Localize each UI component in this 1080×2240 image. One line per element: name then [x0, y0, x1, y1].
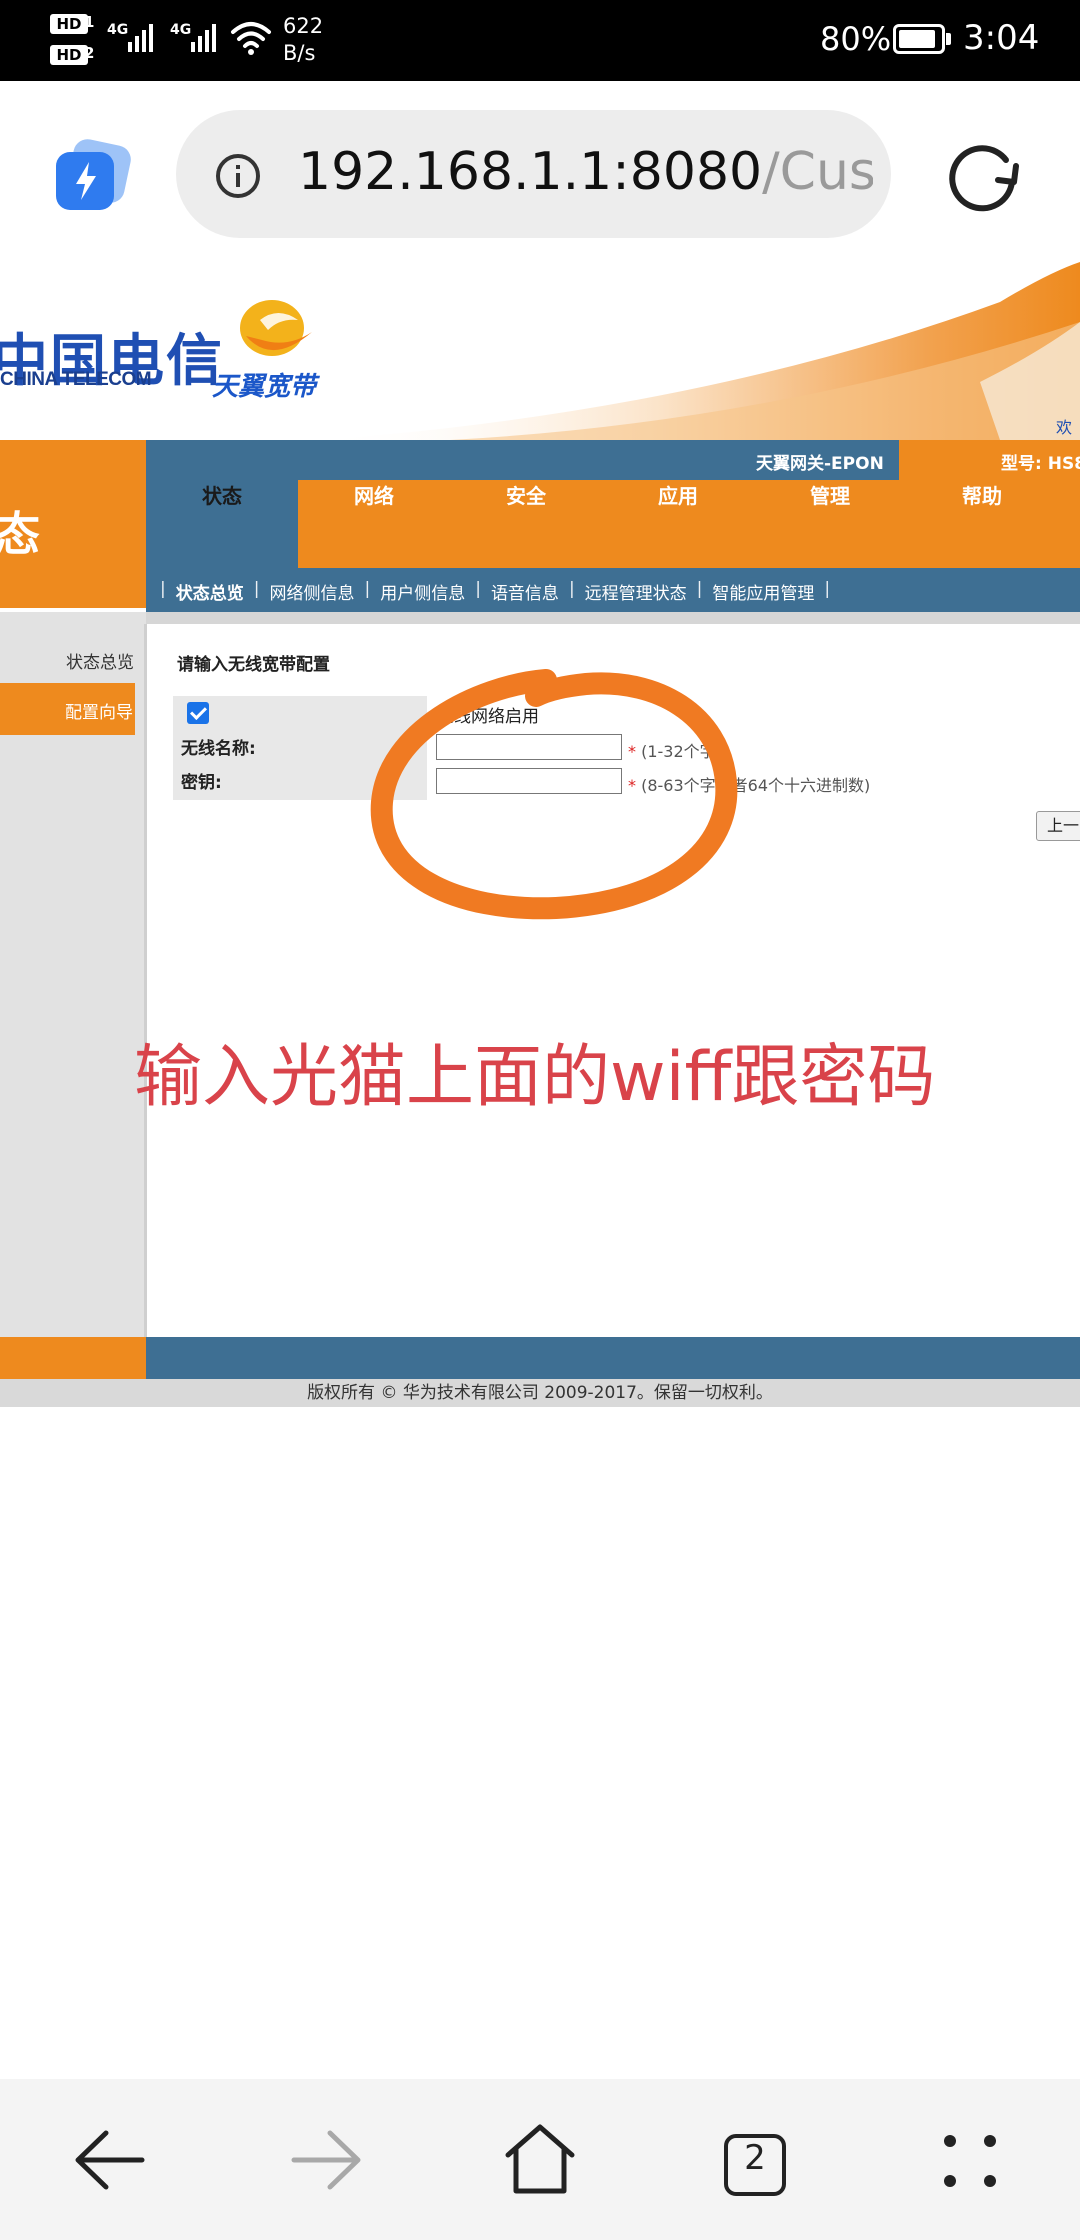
model-box: 型号: HS81: [899, 440, 1080, 480]
home-icon[interactable]: [500, 2119, 580, 2199]
logo-english: CHINA TELECOM: [0, 369, 152, 390]
network-speed: 622 B/s: [283, 13, 323, 67]
model-label: 型号: HS81: [1001, 454, 1080, 474]
url-host: 192.168.1.1:8080: [298, 142, 763, 202]
wifi-icon: [231, 22, 271, 55]
subnav-status-overview[interactable]: 状态总览: [176, 579, 244, 604]
tab-applications[interactable]: 应用: [602, 480, 754, 568]
tabs-button[interactable]: 2: [724, 2134, 786, 2196]
hd-badge-1-num: 1: [84, 13, 95, 31]
hd-badge-2: HD: [50, 45, 88, 65]
main-nav: 状态 网络 安全 应用 管理 帮助: [146, 480, 1080, 568]
ssid-label: 无线名称:: [181, 739, 256, 759]
battery-tip: [946, 33, 951, 45]
subnav-separator: |: [364, 579, 371, 599]
hd-badge-2-num: 2: [84, 44, 95, 62]
subnav-voice-info[interactable]: 语音信息: [491, 579, 559, 604]
subnav-separator: |: [568, 579, 575, 599]
footer-bar-right: [146, 1337, 1080, 1379]
sidebar-item-config-wizard[interactable]: 配置向导: [0, 683, 135, 735]
welcome-link[interactable]: 欢迎: [1056, 414, 1080, 440]
battery-percent: 80%: [820, 20, 892, 58]
section-block: 态: [0, 440, 146, 608]
address-bar[interactable]: 192.168.1.1:8080/Custo: [176, 110, 891, 238]
section-label: 态: [0, 507, 40, 561]
tianyi-logo-icon: [240, 300, 312, 356]
tab-help[interactable]: 帮助: [906, 480, 1058, 568]
key-label: 密钥:: [181, 773, 222, 793]
circle-annotation: [370, 669, 738, 920]
clock: 3:04: [963, 18, 1040, 58]
signal-icon-2: [191, 24, 216, 52]
battery-icon: [893, 24, 945, 54]
sidebar-item-status-overview[interactable]: 状态总览: [66, 648, 134, 673]
signal-icon-1: [128, 24, 153, 52]
copyright-text: 版权所有 © 华为技术有限公司 2009-2017。保留一切权利。: [0, 1379, 1080, 1407]
subnav-separator: |: [824, 579, 831, 599]
sub-nav: | 状态总览 | 网络侧信息 | 用户侧信息 | 语音信息 | 远程管理状态 |…: [146, 568, 1080, 612]
device-info-bar: 天翼网关-EPON 型号: HS81: [146, 440, 1080, 480]
speed-unit: B/s: [283, 41, 316, 65]
back-icon[interactable]: [72, 2127, 148, 2193]
speed-value: 622: [283, 14, 324, 38]
tab-status[interactable]: 状态: [146, 480, 298, 568]
subnav-user-side-info[interactable]: 用户侧信息: [380, 579, 465, 604]
logo-tianyi-broadband: 天翼宽带: [212, 372, 317, 402]
url-text[interactable]: 192.168.1.1:8080/Custo: [298, 142, 873, 202]
url-path: /Custo: [762, 142, 873, 202]
tab-management[interactable]: 管理: [754, 480, 906, 568]
reload-icon[interactable]: [944, 136, 1024, 216]
tab-security[interactable]: 安全: [450, 480, 602, 568]
more-menu-icon[interactable]: [944, 2135, 1004, 2195]
wifi-enable-checkbox[interactable]: [187, 702, 209, 724]
hd-badge-1: HD: [50, 14, 88, 34]
browser-bottom-nav: 2: [0, 2079, 1080, 2240]
footer-bar-left: [0, 1337, 146, 1379]
divider-strip: [0, 612, 1080, 624]
subnav-separator: |: [160, 579, 166, 599]
form-title: 请输入无线宽带配置: [177, 655, 330, 675]
forward-icon[interactable]: [288, 2127, 364, 2193]
previous-button[interactable]: 上一: [1036, 811, 1080, 841]
subnav-separator: |: [253, 579, 260, 599]
browser-logo-icon[interactable]: [54, 138, 134, 218]
sidebar-item-label: 配置向导: [65, 703, 133, 723]
subnav-remote-management-status[interactable]: 远程管理状态: [585, 579, 687, 604]
subnav-network-side-info[interactable]: 网络侧信息: [269, 579, 354, 604]
subnav-separator: |: [475, 579, 481, 599]
subnav-separator: |: [696, 579, 703, 599]
network-type-2: 4G: [170, 22, 192, 38]
network-type-1: 4G: [107, 22, 129, 38]
annotation-text: 输入光猫上面的wiff跟密码: [134, 1038, 936, 1117]
site-banner: 中国电信 CHINA TELECOM 天翼宽带 欢迎: [0, 262, 1080, 440]
subnav-smart-app-management[interactable]: 智能应用管理: [712, 579, 814, 604]
info-icon[interactable]: [216, 154, 260, 198]
tab-network[interactable]: 网络: [298, 480, 450, 568]
device-name: 天翼网关-EPON: [756, 454, 884, 474]
status-bar: HD 1 HD 2 4G 4G 622 B/s 80% 3:04: [0, 0, 1080, 81]
